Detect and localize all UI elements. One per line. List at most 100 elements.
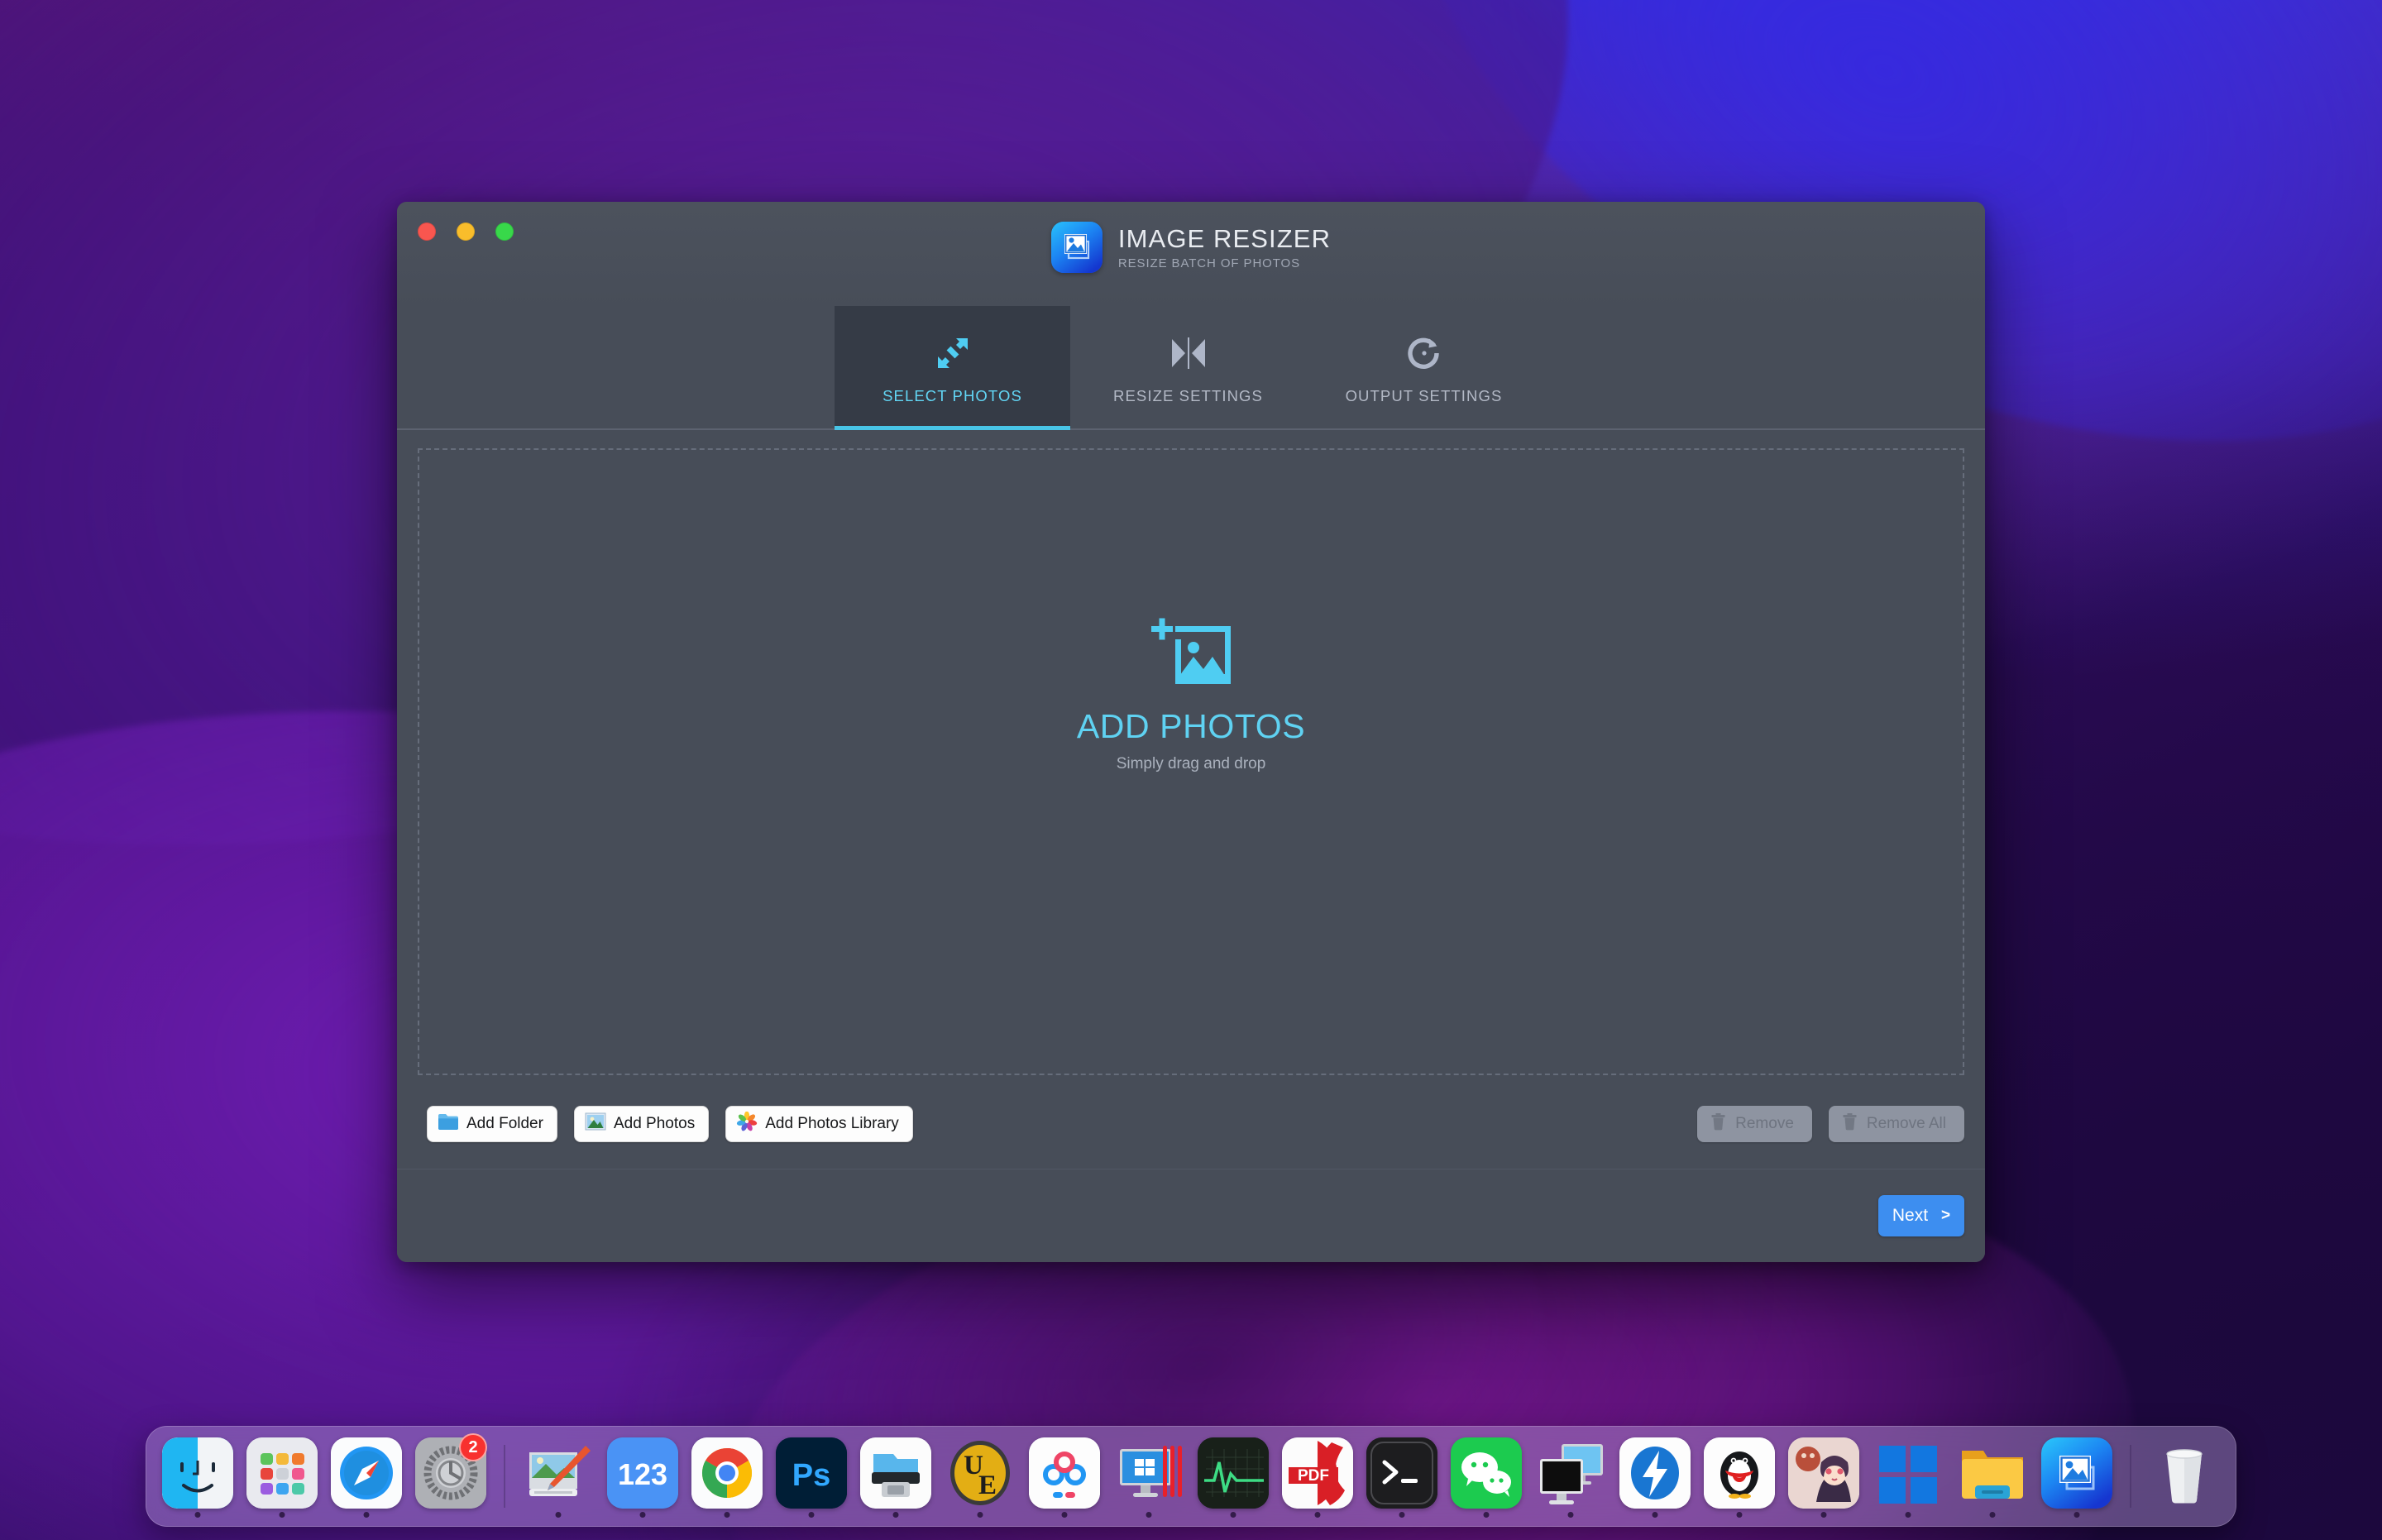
add-actions-group: Add Folder Add Photos (427, 1106, 913, 1142)
app-title-block: IMAGE RESIZER RESIZE BATCH OF PHOTOS (1118, 224, 1331, 270)
next-button-label: Next (1892, 1206, 1928, 1226)
window-titlebar: IMAGE RESIZER RESIZE BATCH OF PHOTOS (397, 202, 1985, 308)
dock-item-ultraedit[interactable]: U E (940, 1433, 1020, 1519)
photo-dropzone[interactable]: ADD PHOTOS Simply drag and drop (418, 448, 1964, 1075)
tab-select-photos[interactable]: SELECT PHOTOS (835, 306, 1070, 428)
app-branding: IMAGE RESIZER RESIZE BATCH OF PHOTOS (397, 222, 1985, 273)
running-indicator (1906, 1512, 1911, 1518)
dock-item-file-explorer[interactable] (1953, 1433, 2032, 1519)
dock: 2 (146, 1426, 2236, 1527)
remove-button[interactable]: Remove (1697, 1106, 1812, 1142)
content-area: ADD PHOTOS Simply drag and drop (397, 430, 1985, 1078)
running-indicator (1484, 1512, 1490, 1518)
add-photos-button[interactable]: Add Photos (574, 1106, 709, 1142)
tab-output-settings-label: OUTPUT SETTINGS (1346, 387, 1503, 405)
dock-item-terminal[interactable] (1362, 1433, 1442, 1519)
tab-select-photos-label: SELECT PHOTOS (882, 387, 1022, 405)
dock-item-photoshop[interactable]: Ps (772, 1433, 851, 1519)
refresh-circle-icon (1403, 330, 1446, 376)
dock-item-launchpad[interactable] (242, 1433, 322, 1519)
running-indicator (1821, 1512, 1827, 1518)
add-photos-label: Add Photos (614, 1115, 695, 1133)
running-indicator (1737, 1512, 1743, 1518)
dock-item-qq[interactable] (1700, 1433, 1779, 1519)
dock-item-preview[interactable] (519, 1433, 598, 1519)
chevron-right-icon: > (1941, 1207, 1950, 1225)
running-indicator (195, 1512, 201, 1518)
tab-output-settings[interactable]: OUTPUT SETTINGS (1306, 306, 1542, 428)
add-photo-icon (1148, 611, 1234, 691)
dropzone-title: ADD PHOTOS (1077, 710, 1305, 744)
running-indicator (2074, 1512, 2080, 1518)
running-indicator (725, 1512, 730, 1518)
compress-bowtie-icon (1167, 330, 1210, 376)
action-bar: Add Folder Add Photos (397, 1078, 1985, 1169)
dock-item-windows-app[interactable] (1868, 1433, 1948, 1519)
running-indicator (809, 1512, 815, 1518)
folder-icon (438, 1112, 459, 1136)
dock-item-activity-monitor[interactable] (1193, 1433, 1273, 1519)
running-indicator (1653, 1512, 1658, 1518)
dock-item-sync-app[interactable] (1025, 1433, 1104, 1519)
dock-item-google-chrome[interactable] (687, 1433, 767, 1519)
page-title: IMAGE RESIZER (1118, 224, 1331, 254)
running-indicator (1990, 1512, 1996, 1518)
running-indicator (1315, 1512, 1321, 1518)
tab-resize-settings[interactable]: RESIZE SETTINGS (1070, 306, 1306, 428)
remove-actions-group: Remove Remove All (1697, 1106, 1964, 1142)
svg-text:123: 123 (618, 1457, 667, 1491)
desktop: IMAGE RESIZER RESIZE BATCH OF PHOTOS (0, 0, 2382, 1540)
dock-item-archiver[interactable] (856, 1433, 935, 1519)
svg-text:E: E (978, 1471, 997, 1500)
photo-icon (585, 1112, 606, 1136)
dock-item-parallels-desktop[interactable] (1109, 1433, 1189, 1519)
notification-badge: 2 (459, 1433, 487, 1461)
running-indicator (978, 1512, 983, 1518)
trash-icon (1710, 1112, 1726, 1136)
add-folder-label: Add Folder (466, 1115, 543, 1133)
dock-item-screen-sharing[interactable] (1531, 1433, 1610, 1519)
trash-icon (1842, 1112, 1858, 1136)
tab-resize-settings-label: RESIZE SETTINGS (1113, 387, 1263, 405)
remove-all-label: Remove All (1867, 1115, 1946, 1133)
dock-item-finder[interactable] (158, 1433, 237, 1519)
remove-all-button[interactable]: Remove All (1829, 1106, 1964, 1142)
dock-item-safari[interactable] (327, 1433, 406, 1519)
running-indicator (1568, 1512, 1574, 1518)
running-indicator (1146, 1512, 1152, 1518)
image-resizer-window: IMAGE RESIZER RESIZE BATCH OF PHOTOS (397, 202, 1985, 1262)
running-indicator (1231, 1512, 1236, 1518)
add-folder-button[interactable]: Add Folder (427, 1106, 557, 1142)
expand-arrows-icon (931, 330, 974, 376)
dock-item-image-resizer[interactable] (2037, 1433, 2117, 1519)
dropzone-inner: ADD PHOTOS Simply drag and drop (1077, 611, 1305, 773)
dock-item-pdf-reader[interactable]: PDF (1278, 1433, 1357, 1519)
running-indicator (893, 1512, 899, 1518)
running-indicator (364, 1512, 370, 1518)
dock-item-numbers-123[interactable]: 123 (603, 1433, 682, 1519)
dock-item-trash[interactable] (2145, 1433, 2224, 1519)
page-subtitle: RESIZE BATCH OF PHOTOS (1118, 256, 1331, 270)
svg-text:PDF: PDF (1298, 1467, 1329, 1485)
dock-item-wechat[interactable] (1447, 1433, 1526, 1519)
dock-item-bandizip[interactable] (1615, 1433, 1695, 1519)
dock-item-system-preferences[interactable]: 2 (411, 1433, 490, 1519)
running-indicator (1062, 1512, 1068, 1518)
add-photos-library-label: Add Photos Library (765, 1115, 899, 1133)
remove-label: Remove (1735, 1115, 1794, 1133)
dock-item-anime-app[interactable] (1784, 1433, 1863, 1519)
next-button[interactable]: Next > (1878, 1195, 1964, 1236)
dropzone-subtitle: Simply drag and drop (1117, 755, 1266, 773)
image-resizer-app-icon (1051, 222, 1103, 273)
running-indicator (556, 1512, 562, 1518)
window-footer: Next > (397, 1169, 1985, 1262)
running-indicator (640, 1512, 646, 1518)
photos-library-icon (736, 1112, 758, 1136)
svg-text:Ps: Ps (792, 1458, 830, 1493)
add-photos-library-button[interactable]: Add Photos Library (725, 1106, 913, 1142)
dock-separator (504, 1445, 505, 1508)
tab-bar: SELECT PHOTOS RESIZE SETTINGS (397, 308, 1985, 430)
running-indicator (1399, 1512, 1405, 1518)
dock-separator (2130, 1445, 2131, 1508)
running-indicator (280, 1512, 285, 1518)
